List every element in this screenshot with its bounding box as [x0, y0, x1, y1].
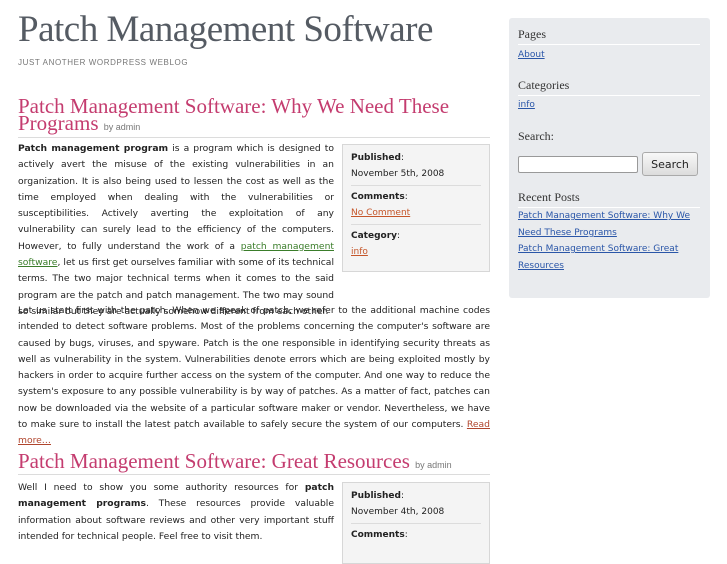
post-title-link[interactable]: Patch Management Software: Why We Need T… [18, 94, 449, 135]
published-label: Published [351, 153, 401, 163]
site-description: JUST ANOTHER WORDPRESS WEBLOG [18, 58, 189, 67]
published-label: Published [351, 491, 401, 501]
search-input[interactable] [518, 156, 638, 173]
bold-keyword: Patch management program [18, 143, 169, 154]
post-byline: by admin [103, 122, 141, 132]
sidebar-heading-categories: Categories [518, 78, 570, 92]
comments-label: Comments [351, 192, 405, 202]
sidebar-heading-pages: Pages [518, 27, 546, 41]
post-byline: by admin [415, 460, 452, 470]
paragraph-text: Let us start first with the patch. When … [18, 305, 490, 431]
sidebar-link-recent-post[interactable]: Patch Management Software: Great Resourc… [518, 241, 698, 275]
sidebar-link-about[interactable]: About [518, 47, 545, 64]
sidebar-divider [518, 44, 700, 45]
published-date: November 5th, 2008 [351, 169, 445, 179]
published-date: November 4th, 2008 [351, 507, 445, 517]
comments-link[interactable]: No Comment [351, 208, 410, 218]
paragraph-text: Well I need to show you some authority r… [18, 482, 305, 493]
sidebar-link-category-info[interactable]: info [518, 97, 535, 114]
post-title: Patch Management Software: Great Resourc… [18, 451, 490, 474]
sidebar-link-recent-post[interactable]: Patch Management Software: Why We Need T… [518, 208, 698, 242]
post-paragraph: Well I need to show you some authority r… [18, 480, 334, 545]
post-meta-box: Published: November 4th, 2008 Comments: [342, 482, 490, 564]
post-paragraph: Patch management program is a program wh… [18, 141, 334, 320]
sidebar-heading-search: Search: [518, 129, 554, 143]
post-divider [18, 474, 490, 475]
post-title: Patch Management Software: Why We Need T… [18, 96, 478, 136]
site-title[interactable]: Patch Management Software [18, 8, 433, 51]
search-button[interactable]: Search [642, 152, 698, 176]
category-link[interactable]: info [351, 247, 368, 257]
sidebar-heading-recent-posts: Recent Posts [518, 190, 580, 204]
paragraph-text: is a program which is designed to active… [18, 143, 335, 252]
post-title-link[interactable]: Patch Management Software: Great Resourc… [18, 449, 410, 473]
post-meta-box: Published: November 5th, 2008 Comments: … [342, 144, 490, 272]
post-paragraph: Let us start first with the patch. When … [18, 303, 490, 450]
category-label: Category [351, 231, 398, 241]
post-divider [18, 137, 490, 138]
sidebar: Pages About Categories info Search: Sear… [509, 18, 710, 298]
comments-label: Comments [351, 530, 405, 540]
sidebar-divider [518, 95, 700, 96]
